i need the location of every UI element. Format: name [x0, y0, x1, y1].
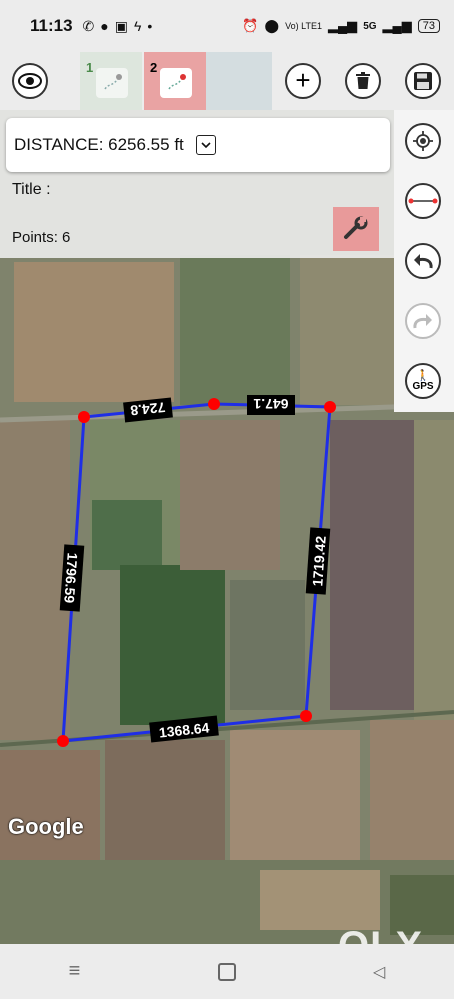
walking-icon: 🚶 [416, 369, 430, 382]
title-label[interactable]: Title : [12, 181, 51, 199]
status-right: ⏰ ⬤ Vo) LTE1 ▂▄▆ 5G ▂▄▆ 73 [242, 18, 440, 34]
points-count: Points: 6 [12, 229, 71, 246]
gps-label: GPS [412, 380, 434, 392]
vertex-marker[interactable] [78, 411, 90, 423]
google-attribution: Google [8, 814, 84, 839]
floppy-disk-icon [414, 72, 432, 90]
undo-icon [414, 254, 433, 269]
signal-icon: ▂▄▆ [327, 18, 358, 33]
vertex-marker[interactable] [324, 401, 336, 413]
locate-button[interactable] [405, 123, 441, 159]
whatsapp-icon: ✆ [82, 17, 95, 34]
trash-icon [356, 72, 370, 89]
signal-label: 5G [363, 20, 377, 32]
home-icon[interactable] [217, 962, 236, 981]
segment-label-top-right: 647.1 [247, 395, 295, 415]
tab-number: 2 [150, 60, 158, 75]
ruler-line-icon [408, 198, 438, 204]
tab-number: 1 [86, 60, 94, 75]
top-toolbar: 1 2 + [0, 52, 454, 110]
add-button[interactable]: + [285, 63, 321, 99]
plus-icon: + [295, 65, 311, 95]
wrench-icon [344, 216, 368, 239]
undo-button[interactable] [405, 243, 441, 279]
save-button[interactable] [405, 63, 441, 99]
status-time: 11:13 [30, 16, 73, 35]
network-label: Vo) LTE1 [285, 21, 322, 31]
eye-icon [18, 73, 42, 89]
vertex-marker[interactable] [300, 710, 312, 722]
gps-button[interactable]: 🚶 GPS [405, 363, 441, 399]
menu-icon[interactable]: ≡ [69, 960, 81, 983]
system-nav-bar: ≡ ◁ [0, 944, 454, 999]
battery-indicator: 73 [417, 19, 440, 33]
tools-button[interactable] [333, 207, 379, 251]
back-icon[interactable]: ◁ [373, 962, 385, 982]
crosshair-icon [413, 131, 433, 151]
redo-button[interactable] [405, 303, 441, 339]
tab-measurement-2[interactable]: 2 [144, 52, 206, 110]
alarm-icon: ⏰ [242, 18, 259, 33]
map-route-icon [160, 68, 192, 98]
right-toolbar: 🚶 GPS [394, 110, 454, 412]
measure-line-button[interactable] [405, 183, 441, 219]
signal-icon-2: ▂▄▆ [382, 18, 412, 33]
chevron-down-icon[interactable] [195, 135, 216, 155]
distance-text: DISTANCE: 6256.55 ft [14, 135, 184, 154]
distance-box[interactable]: DISTANCE: 6256.55 ft [6, 118, 390, 172]
tab-empty-area [206, 52, 272, 110]
tab-measurement-1[interactable]: 1 [80, 52, 142, 110]
location-icon: ⬤ [264, 18, 280, 33]
status-bar: 11:13 ✆ ● ▣ ϟ • ⏰ ⬤ Vo) LTE1 ▂▄▆ 5G ▂▄▆ … [0, 0, 454, 52]
map-route-icon [96, 68, 128, 98]
notification-icons: ✆ ● ▣ ϟ • [83, 18, 153, 35]
redo-icon [413, 314, 432, 329]
bolt-icon: ϟ [133, 17, 142, 34]
bag-icon: ▣ [114, 17, 128, 34]
vertex-marker[interactable] [208, 398, 220, 410]
dot-icon: • [147, 17, 153, 34]
chat-icon: ● [100, 17, 109, 34]
svg-text:647.1: 647.1 [253, 396, 288, 412]
vertex-marker[interactable] [57, 735, 69, 747]
delete-button[interactable] [345, 63, 381, 99]
visibility-button[interactable] [12, 63, 48, 99]
